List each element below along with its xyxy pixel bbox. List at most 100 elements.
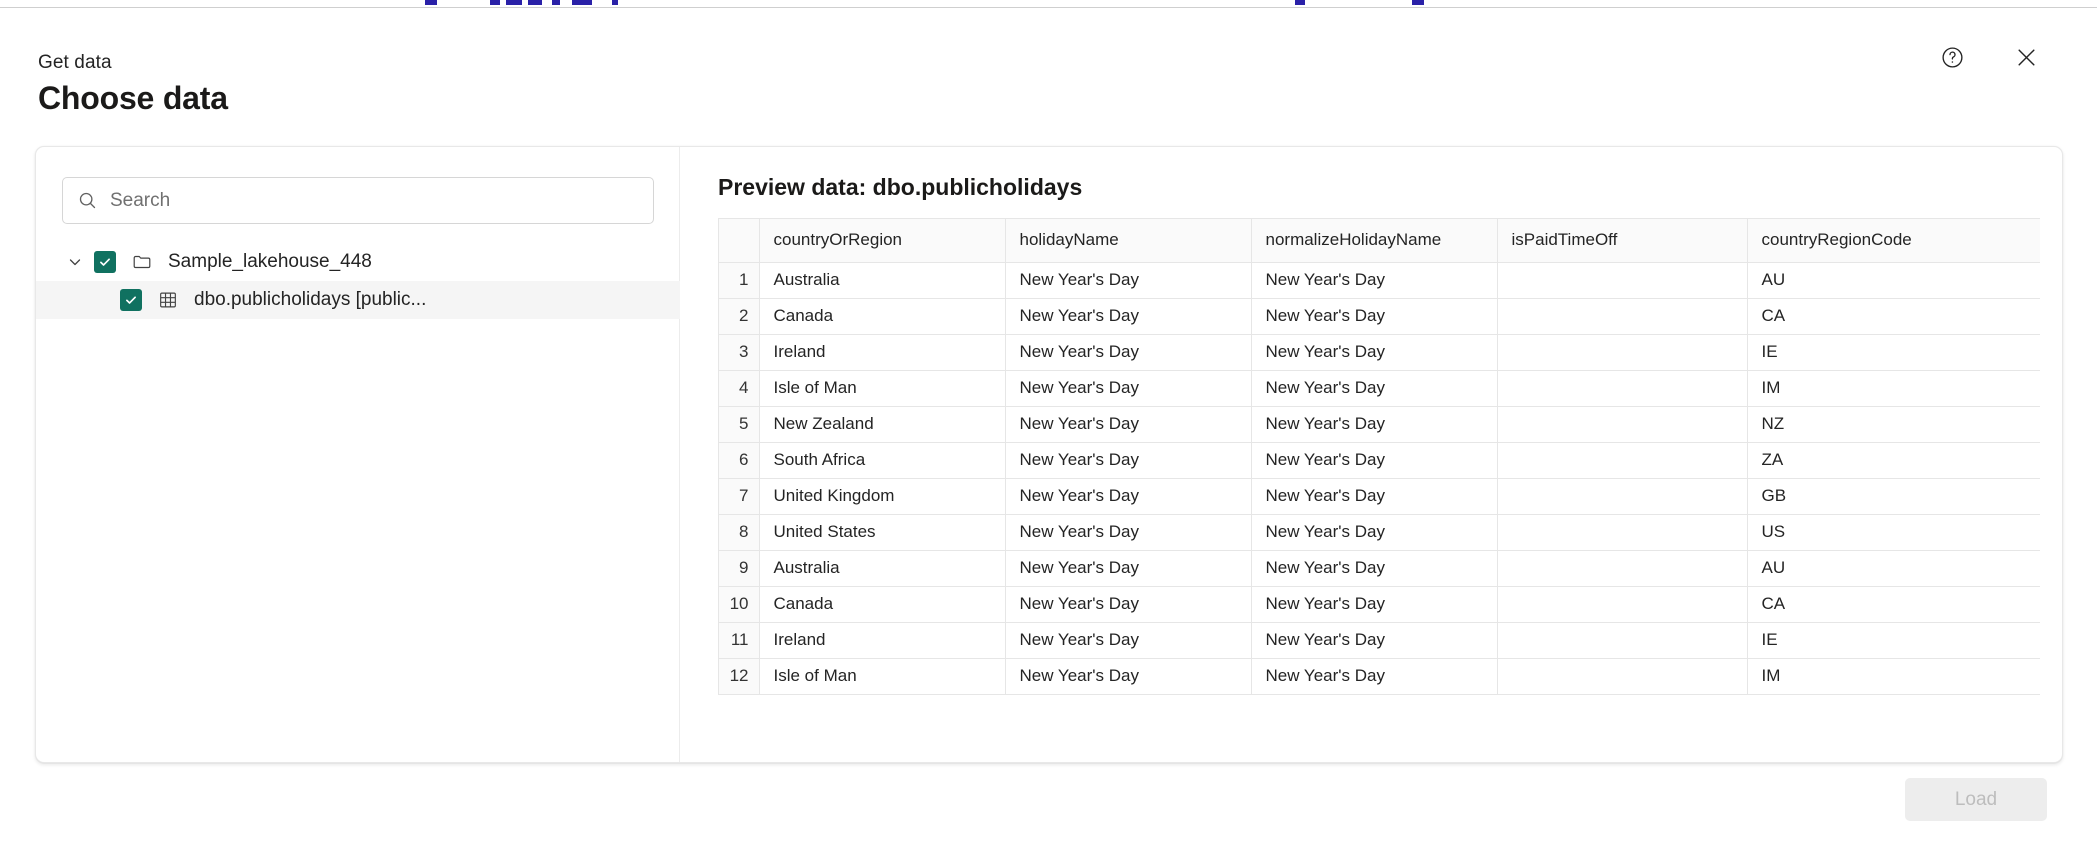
table-cell-countryRegionCode: IM <box>1747 658 2040 695</box>
preview-table-head: countryOrRegion holidayName normalizeHol… <box>719 219 2040 263</box>
table-cell-holidayName: New Year's Day <box>1005 370 1252 407</box>
row-number: 6 <box>719 442 760 479</box>
tree-checkbox-publicholidays[interactable] <box>120 289 142 311</box>
tree-checkbox-lakehouse[interactable] <box>94 251 116 273</box>
table-cell-countryRegionCode: IM <box>1747 370 2040 407</box>
table-cell-countryRegionCode: IE <box>1747 622 2040 659</box>
page-title: Choose data <box>38 80 228 116</box>
search-input[interactable] <box>110 189 639 212</box>
table-row[interactable]: 1 Australia New Year's Day New Year's Day AU <box>719 262 2040 299</box>
table-cell-normalizeHolidayName: New Year's Day <box>1251 442 1498 479</box>
column-header-holidayName[interactable]: holidayName <box>1005 219 1252 263</box>
tree-item-dbo-publicholidays[interactable]: dbo.publicholidays [public... <box>36 281 680 319</box>
column-header-countryOrRegion[interactable]: countryOrRegion <box>759 219 1006 263</box>
table-row[interactable]: 12 Isle of Man New Year's Day New Year's Da… <box>719 658 2040 695</box>
table-cell-holidayName: New Year's Day <box>1005 406 1252 443</box>
table-cell-countryRegionCode: ZA <box>1747 442 2040 479</box>
row-number: 4 <box>719 370 760 407</box>
table-cell-isPaidTimeOff <box>1497 550 1748 587</box>
data-source-tree-pane: Sample_lakehouse_448 <box>36 147 680 762</box>
table-row[interactable]: 2 Canada New Year's Day New Year's Day CA <box>719 298 2040 335</box>
table-cell-countryOrRegion: South Africa <box>759 442 1006 479</box>
row-number: 5 <box>719 406 760 443</box>
close-button[interactable] <box>2005 38 2047 80</box>
rownum-header <box>719 219 760 263</box>
table-cell-normalizeHolidayName: New Year's Day <box>1251 622 1498 659</box>
table-row[interactable]: 10 Canada New Year's Day New Year's Day CA <box>719 586 2040 623</box>
search-icon <box>77 190 98 211</box>
search-box[interactable] <box>62 177 654 224</box>
bg-fragment <box>490 0 500 5</box>
table-cell-countryOrRegion: Canada <box>759 298 1006 335</box>
bg-fragment <box>528 0 542 5</box>
table-cell-countryRegionCode: US <box>1747 514 2040 551</box>
table-cell-holidayName: New Year's Day <box>1005 442 1252 479</box>
chevron-down-icon[interactable] <box>62 249 88 275</box>
bg-fragment <box>612 0 618 5</box>
row-number: 8 <box>719 514 760 551</box>
column-header-normalizeHolidayName[interactable]: normalizeHolidayName <box>1251 219 1498 263</box>
table-cell-countryRegionCode: AU <box>1747 550 2040 587</box>
load-button[interactable]: Load <box>1905 778 2047 821</box>
table-row[interactable]: 4 Isle of Man New Year's Day New Year's Day… <box>719 370 2040 407</box>
table-cell-countryOrRegion: Australia <box>759 262 1006 299</box>
row-number: 11 <box>719 622 760 659</box>
table-cell-normalizeHolidayName: New Year's Day <box>1251 586 1498 623</box>
table-cell-normalizeHolidayName: New Year's Day <box>1251 550 1498 587</box>
table-row[interactable]: 7 United Kingdom New Year's Day New Year's … <box>719 478 2040 515</box>
table-cell-countryOrRegion: Ireland <box>759 334 1006 371</box>
table-row[interactable]: 11 Ireland New Year's Day New Year's Day IE <box>719 622 2040 659</box>
dialog-header: Get data Choose data <box>0 8 2097 140</box>
table-cell-countryOrRegion: Isle of Man <box>759 370 1006 407</box>
table-cell-isPaidTimeOff <box>1497 514 1748 551</box>
table-cell-holidayName: New Year's Day <box>1005 334 1252 371</box>
table-cell-normalizeHolidayName: New Year's Day <box>1251 262 1498 299</box>
table-cell-normalizeHolidayName: New Year's Day <box>1251 370 1498 407</box>
table-cell-isPaidTimeOff <box>1497 334 1748 371</box>
row-number: 9 <box>719 550 760 587</box>
table-cell-isPaidTimeOff <box>1497 262 1748 299</box>
table-cell-isPaidTimeOff <box>1497 478 1748 515</box>
table-cell-normalizeHolidayName: New Year's Day <box>1251 514 1498 551</box>
table-row[interactable]: 8 United States New Year's Day New Year's D… <box>719 514 2040 551</box>
table-cell-countryOrRegion: New Zealand <box>759 406 1006 443</box>
choose-data-dialog: Get data Choose data Search Sample_lakeh… <box>0 8 2097 847</box>
folder-icon <box>129 249 155 275</box>
table-cell-isPaidTimeOff <box>1497 406 1748 443</box>
row-number: 7 <box>719 478 760 515</box>
preview-table-container[interactable]: countryOrRegion holidayName normalizeHol… <box>718 218 2040 695</box>
table-row[interactable]: 9 Australia New Year's Day New Year's Day AU <box>719 550 2040 587</box>
table-row[interactable]: 3 Ireland New Year's Day New Year's Day IE <box>719 334 2040 371</box>
column-header-countryRegionCode[interactable]: countryRegionCode <box>1747 219 2040 263</box>
table-cell-countryOrRegion: Australia <box>759 550 1006 587</box>
close-icon <box>2014 45 2039 73</box>
bg-fragment <box>1295 0 1305 5</box>
table-cell-isPaidTimeOff <box>1497 442 1748 479</box>
table-cell-countryRegionCode: CA <box>1747 586 2040 623</box>
help-button[interactable] <box>1931 38 1973 80</box>
table-cell-normalizeHolidayName: New Year's Day <box>1251 334 1498 371</box>
row-number: 1 <box>719 262 760 299</box>
help-circle-icon <box>1940 45 1965 73</box>
table-cell-isPaidTimeOff <box>1497 658 1748 695</box>
table-cell-countryOrRegion: Ireland <box>759 622 1006 659</box>
table-cell-holidayName: New Year's Day <box>1005 658 1252 695</box>
preview-title: Preview data: dbo.publicholidays <box>718 174 1083 200</box>
table-row[interactable]: 6 South Africa New Year's Day New Year's Da… <box>719 442 2040 479</box>
table-cell-isPaidTimeOff <box>1497 586 1748 623</box>
tree-item-sample-lakehouse[interactable]: Sample_lakehouse_448 <box>36 243 680 281</box>
bg-fragment <box>506 0 522 5</box>
content-panel: Sample_lakehouse_448 <box>35 146 2063 763</box>
tree-item-label: Sample_lakehouse_448 <box>168 251 372 272</box>
row-number: 2 <box>719 298 760 335</box>
table-cell-holidayName: New Year's Day <box>1005 586 1252 623</box>
table-row[interactable]: 5 New Zealand New Year's Day New Year's Day… <box>719 406 2040 443</box>
bg-fragment <box>552 0 560 5</box>
table-cell-normalizeHolidayName: New Year's Day <box>1251 658 1498 695</box>
row-number: 3 <box>719 334 760 371</box>
table-grid-icon <box>155 287 181 313</box>
source-tree: Sample_lakehouse_448 dbo.publicholidays … <box>36 243 680 319</box>
column-header-isPaidTimeOff[interactable]: isPaidTimeOff <box>1497 219 1748 263</box>
dialog-footer: Load <box>0 763 2097 847</box>
table-cell-countryRegionCode: NZ <box>1747 406 2040 443</box>
